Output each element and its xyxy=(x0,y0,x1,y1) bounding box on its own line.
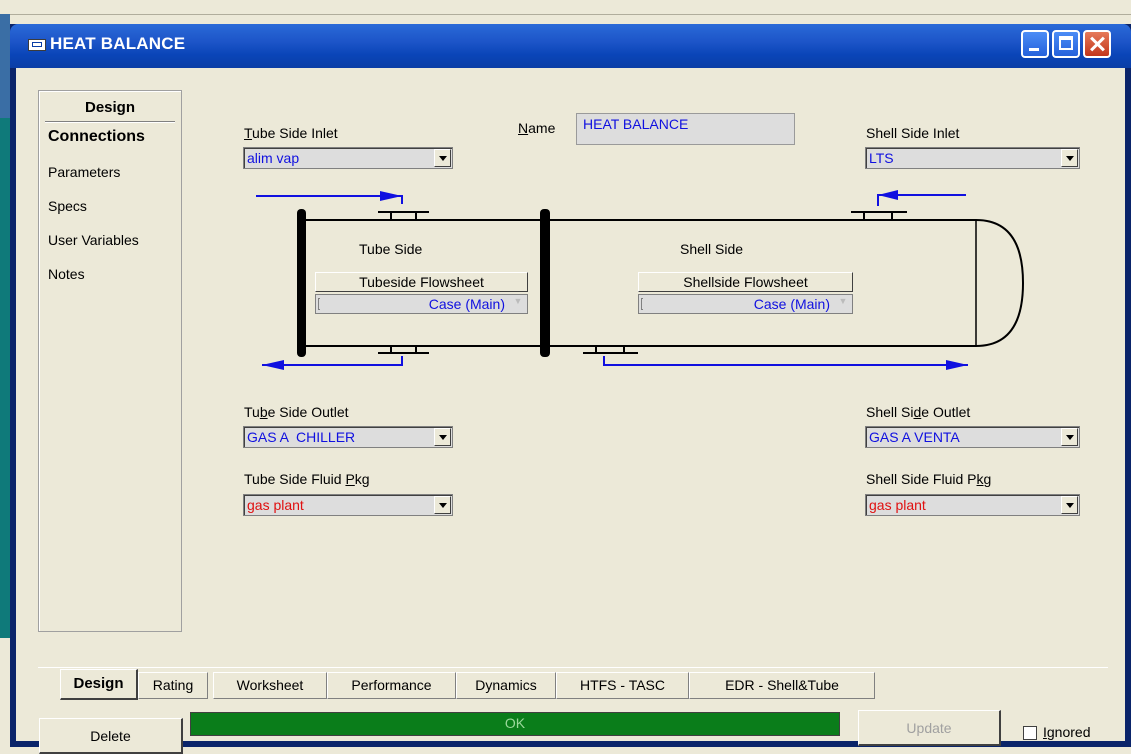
left-tubesheet xyxy=(297,209,306,357)
heat-balance-window: HEAT BALANCE Design Connections Paramete… xyxy=(10,24,1131,754)
tab-strip-line xyxy=(38,667,1108,668)
chevron-down-icon[interactable]: ▼ xyxy=(836,296,850,312)
window-client-area: Design Connections Parameters Specs User… xyxy=(16,68,1125,754)
tab-htfs-tasc[interactable]: HTFS - TASC xyxy=(556,672,689,699)
tube-pkg-select[interactable]: gas plant xyxy=(243,494,453,516)
tubeside-flowsheet-value: Case (Main) xyxy=(428,296,505,312)
tab-worksheet[interactable]: Worksheet xyxy=(213,672,327,699)
shell-pkg-label: Shell Side Fluid Pkg xyxy=(866,471,992,487)
shell-side-label: Shell Side xyxy=(680,241,744,257)
tab-design[interactable]: Design xyxy=(60,669,138,700)
shell-pkg-value: gas plant xyxy=(869,497,926,513)
arrow-left-icon xyxy=(878,190,898,200)
tube-outlet-label: Tube Side Outlet xyxy=(244,404,349,420)
chevron-down-icon[interactable] xyxy=(1061,428,1078,446)
tab-dynamics[interactable]: Dynamics xyxy=(456,672,556,699)
arrow-right-icon xyxy=(380,191,402,201)
tube-pkg-label: Tube Side Fluid Pkg xyxy=(244,471,370,487)
shell-outlet-value: GAS A VENTA xyxy=(869,429,960,445)
chevron-down-icon[interactable]: ▼ xyxy=(511,296,525,312)
background-window-edge xyxy=(0,14,10,747)
update-button[interactable]: Update xyxy=(858,710,1001,746)
tubeside-flowsheet-button[interactable]: Tubeside Flowsheet xyxy=(315,272,528,292)
tab-edr-shell-tube[interactable]: EDR - Shell&Tube xyxy=(689,672,875,699)
shellside-flowsheet-select[interactable]: Case (Main) ▼ xyxy=(638,294,853,314)
center-tubesheet xyxy=(540,209,550,357)
tube-outlet-value: GAS A CHILLER xyxy=(247,429,356,445)
chevron-down-icon[interactable] xyxy=(1061,496,1078,514)
shellside-flowsheet-value: Case (Main) xyxy=(753,296,830,312)
tube-side-label: Tube Side xyxy=(359,241,423,257)
ignored-checkbox[interactable] xyxy=(1023,726,1037,740)
maximize-button[interactable] xyxy=(1052,30,1080,58)
close-button[interactable] xyxy=(1083,30,1111,58)
minimize-button[interactable] xyxy=(1021,30,1049,58)
arrow-right-icon xyxy=(946,360,968,370)
shellside-flowsheet-button[interactable]: Shellside Flowsheet xyxy=(638,272,853,292)
ignored-label[interactable]: Ignored xyxy=(1043,724,1090,740)
shell-outlet-select[interactable]: GAS A VENTA xyxy=(865,426,1080,448)
tubeside-flowsheet-select[interactable]: Case (Main) ▼ xyxy=(315,294,528,314)
window-icon xyxy=(28,39,46,51)
chevron-down-icon[interactable] xyxy=(434,428,451,446)
app-toolbar-strip xyxy=(0,0,1131,15)
tab-performance[interactable]: Performance xyxy=(327,672,456,699)
shell-pkg-select[interactable]: gas plant xyxy=(865,494,1080,516)
shell-outlet-stream xyxy=(603,356,968,366)
tube-pkg-value: gas plant xyxy=(247,497,304,513)
arrow-left-icon xyxy=(262,360,284,370)
delete-button[interactable]: Delete xyxy=(39,718,183,754)
chevron-down-icon[interactable] xyxy=(434,496,451,514)
title-bar[interactable]: HEAT BALANCE xyxy=(10,24,1131,68)
window-title: HEAT BALANCE xyxy=(50,34,186,53)
tab-rating[interactable]: Rating xyxy=(138,672,208,699)
shell-outlet-label: Shell Side Outlet xyxy=(866,404,971,420)
tube-outlet-select[interactable]: GAS A CHILLER xyxy=(243,426,453,448)
status-bar: OK xyxy=(190,712,840,736)
